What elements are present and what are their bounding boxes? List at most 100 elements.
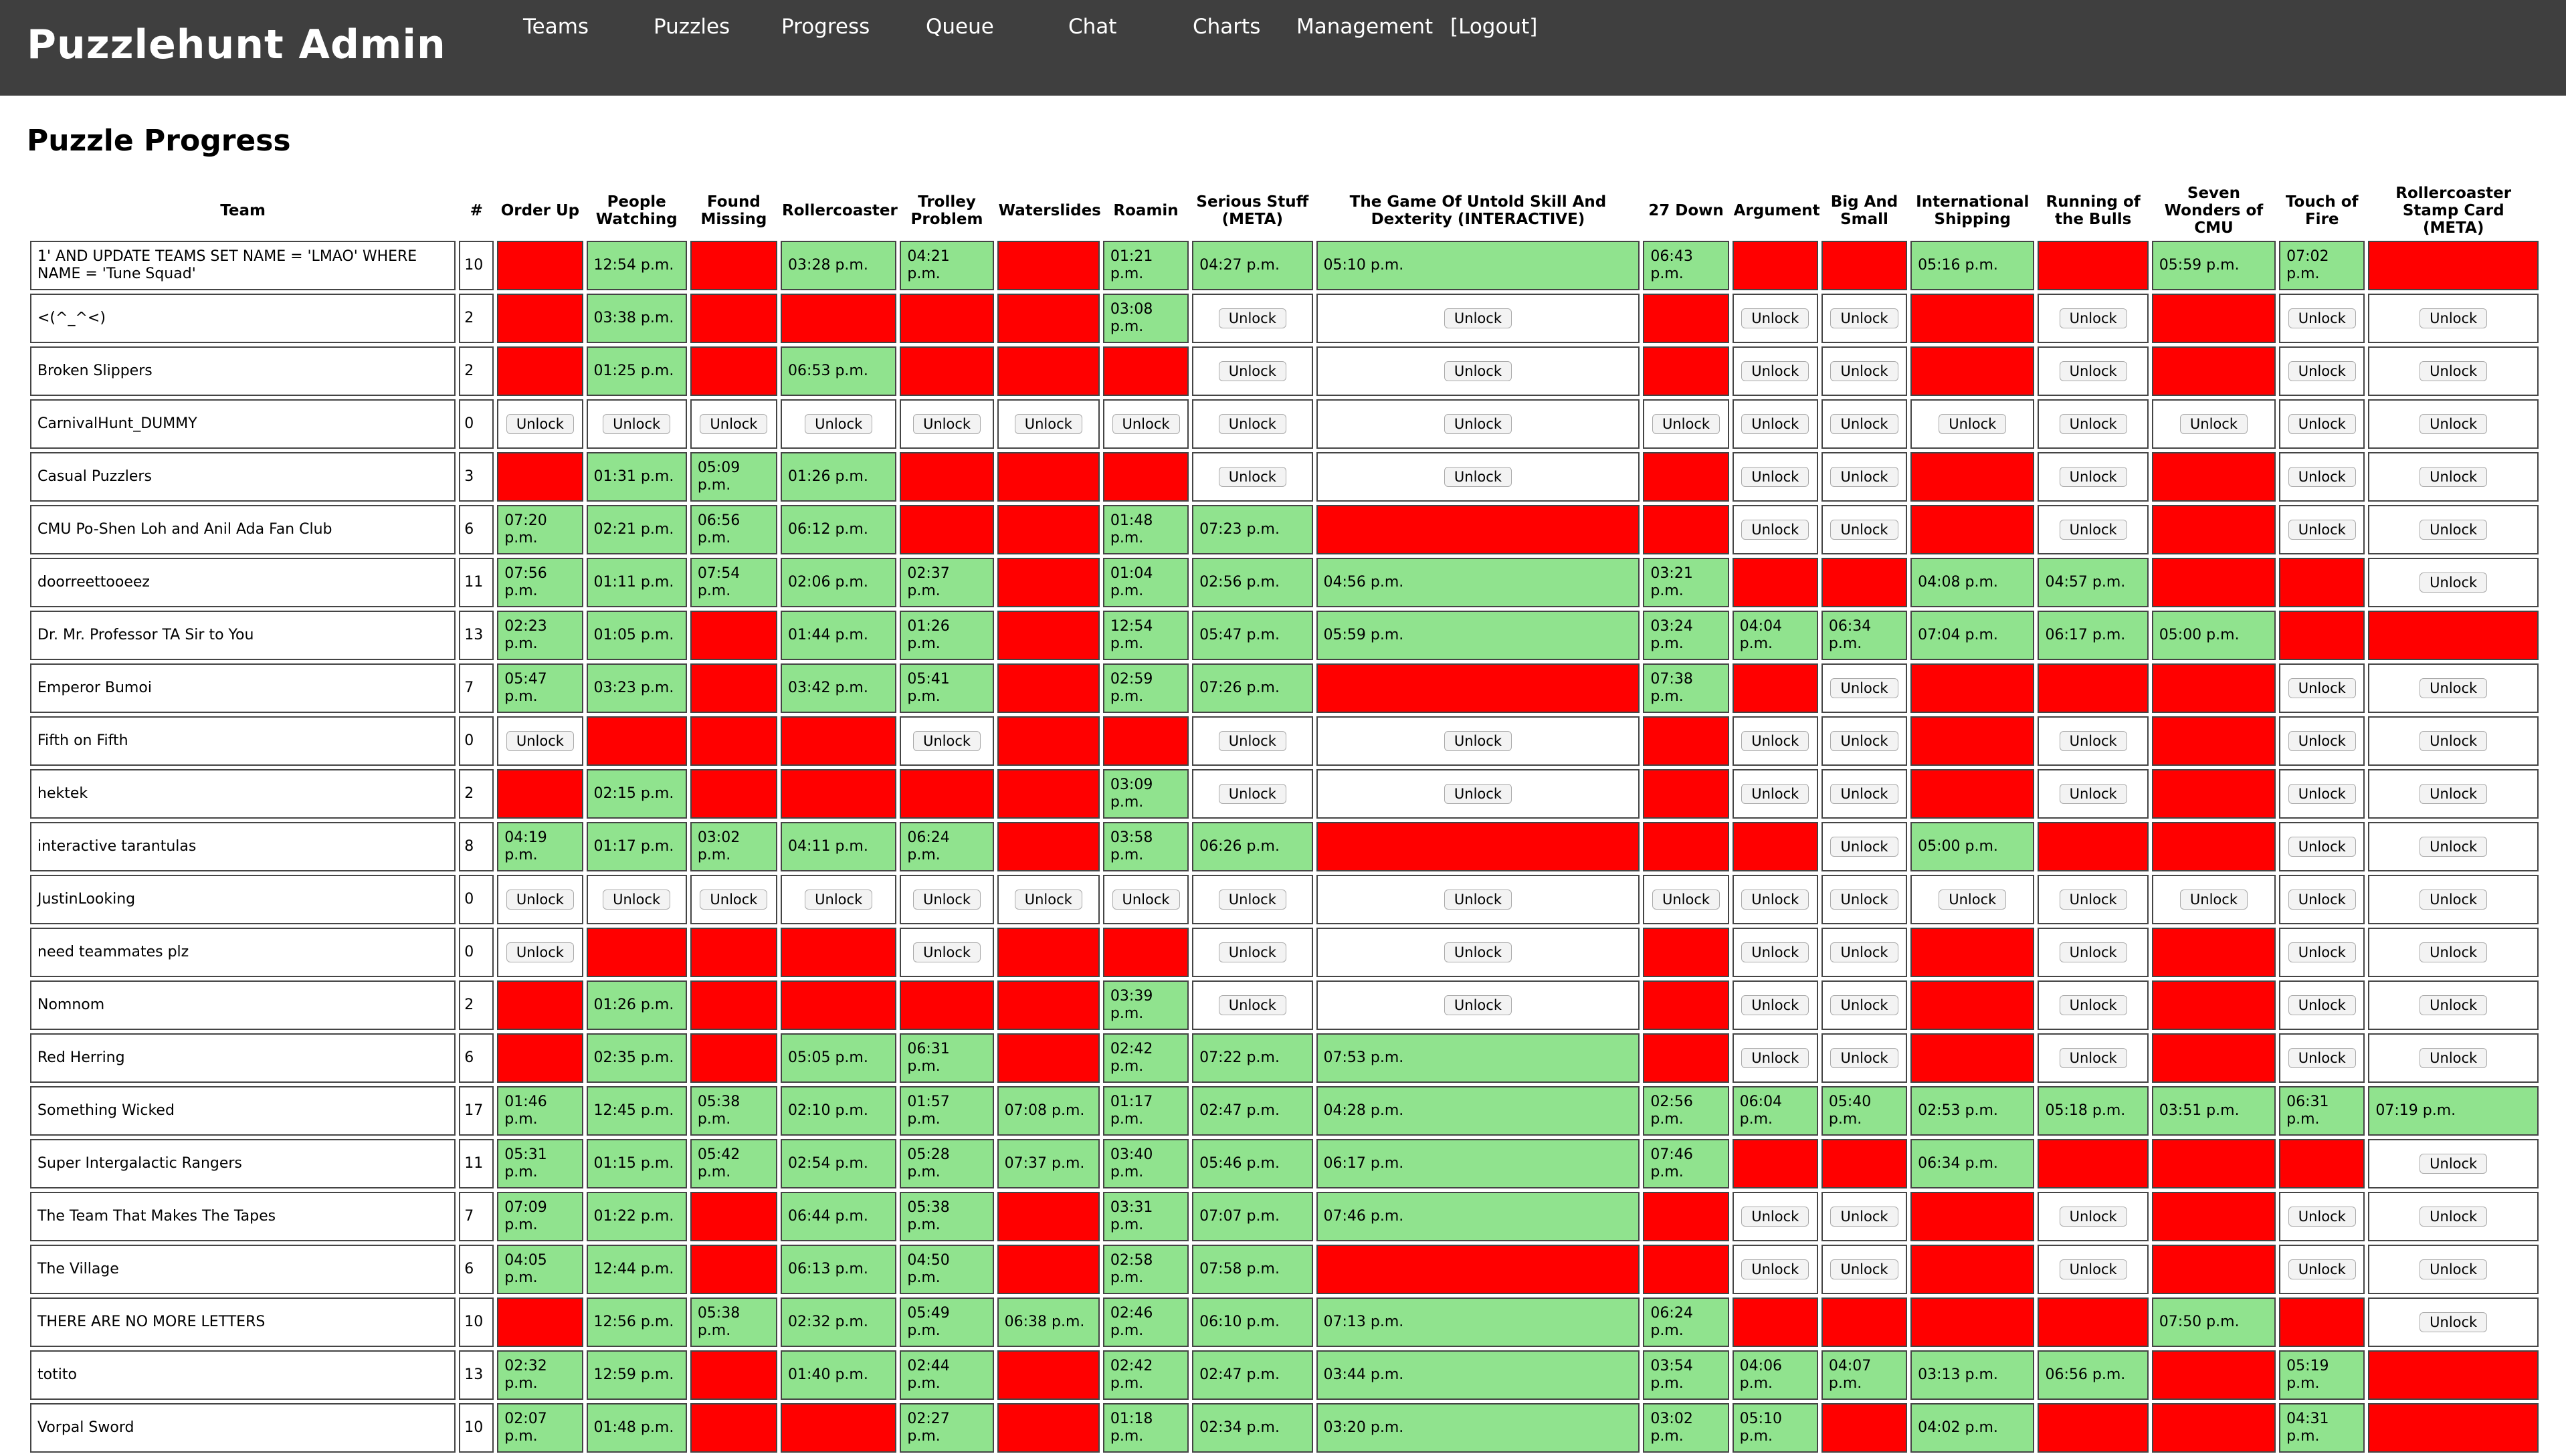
unlock-button[interactable]: Unlock [2420, 467, 2488, 487]
unlock-button[interactable]: Unlock [1939, 414, 2007, 434]
unlock-button[interactable]: Unlock [1830, 942, 1898, 962]
nav-queue[interactable]: Queue [926, 15, 994, 39]
unlock-button[interactable]: Unlock [2059, 467, 2127, 487]
unlock-button[interactable]: Unlock [2059, 361, 2127, 381]
unlock-button[interactable]: Unlock [2420, 1048, 2488, 1068]
unlock-button[interactable]: Unlock [2288, 731, 2356, 751]
unlock-button[interactable]: Unlock [506, 414, 574, 434]
unlock-button[interactable]: Unlock [1218, 731, 1286, 751]
unlock-button[interactable]: Unlock [2420, 361, 2488, 381]
unlock-button[interactable]: Unlock [1741, 942, 1809, 962]
unlock-button[interactable]: Unlock [2288, 942, 2356, 962]
unlock-button[interactable]: Unlock [1444, 890, 1512, 910]
unlock-button[interactable]: Unlock [1830, 1048, 1898, 1068]
unlock-button[interactable]: Unlock [1741, 467, 1809, 487]
unlock-button[interactable]: Unlock [1444, 361, 1512, 381]
unlock-button[interactable]: Unlock [2288, 678, 2356, 698]
unlock-button[interactable]: Unlock [1939, 890, 2007, 910]
unlock-button[interactable]: Unlock [2059, 414, 2127, 434]
unlock-button[interactable]: Unlock [2059, 890, 2127, 910]
unlock-button[interactable]: Unlock [1014, 414, 1082, 434]
unlock-button[interactable]: Unlock [1830, 308, 1898, 328]
unlock-button[interactable]: Unlock [912, 942, 981, 962]
unlock-button[interactable]: Unlock [2420, 1154, 2488, 1174]
unlock-button[interactable]: Unlock [805, 414, 873, 434]
unlock-button[interactable]: Unlock [2288, 520, 2356, 540]
unlock-button[interactable]: Unlock [1444, 467, 1512, 487]
unlock-button[interactable]: Unlock [2059, 520, 2127, 540]
unlock-button[interactable]: Unlock [2288, 995, 2356, 1015]
nav-puzzles[interactable]: Puzzles [654, 15, 730, 39]
nav-logout[interactable]: [Logout] [1450, 15, 1537, 39]
unlock-button[interactable]: Unlock [1830, 1259, 1898, 1279]
unlock-button[interactable]: Unlock [2059, 1207, 2127, 1227]
unlock-button[interactable]: Unlock [2059, 731, 2127, 751]
unlock-button[interactable]: Unlock [1218, 414, 1286, 434]
unlock-button[interactable]: Unlock [2288, 890, 2356, 910]
unlock-button[interactable]: Unlock [2420, 308, 2488, 328]
unlock-button[interactable]: Unlock [2420, 995, 2488, 1015]
nav-teams[interactable]: Teams [523, 15, 589, 39]
unlock-button[interactable]: Unlock [1830, 1207, 1898, 1227]
unlock-button[interactable]: Unlock [506, 731, 574, 751]
unlock-button[interactable]: Unlock [2420, 1259, 2488, 1279]
unlock-button[interactable]: Unlock [1741, 1259, 1809, 1279]
unlock-button[interactable]: Unlock [2420, 731, 2488, 751]
unlock-button[interactable]: Unlock [603, 890, 671, 910]
unlock-button[interactable]: Unlock [2420, 1312, 2488, 1332]
unlock-button[interactable]: Unlock [2059, 1048, 2127, 1068]
unlock-button[interactable]: Unlock [1830, 731, 1898, 751]
unlock-button[interactable]: Unlock [1444, 942, 1512, 962]
unlock-button[interactable]: Unlock [2059, 942, 2127, 962]
unlock-button[interactable]: Unlock [1830, 678, 1898, 698]
unlock-button[interactable]: Unlock [2288, 1207, 2356, 1227]
unlock-button[interactable]: Unlock [2059, 308, 2127, 328]
unlock-button[interactable]: Unlock [2288, 784, 2356, 804]
unlock-button[interactable]: Unlock [2420, 573, 2488, 593]
unlock-button[interactable]: Unlock [1218, 995, 1286, 1015]
unlock-button[interactable]: Unlock [1830, 890, 1898, 910]
unlock-button[interactable]: Unlock [1112, 414, 1180, 434]
unlock-button[interactable]: Unlock [2288, 1259, 2356, 1279]
unlock-button[interactable]: Unlock [1741, 784, 1809, 804]
nav-management[interactable]: Management [1296, 15, 1433, 39]
unlock-button[interactable]: Unlock [1444, 995, 1512, 1015]
unlock-button[interactable]: Unlock [700, 414, 768, 434]
unlock-button[interactable]: Unlock [2288, 467, 2356, 487]
nav-charts[interactable]: Charts [1193, 15, 1260, 39]
unlock-button[interactable]: Unlock [2420, 520, 2488, 540]
unlock-button[interactable]: Unlock [1218, 890, 1286, 910]
unlock-button[interactable]: Unlock [1741, 308, 1809, 328]
unlock-button[interactable]: Unlock [805, 890, 873, 910]
unlock-button[interactable]: Unlock [2420, 414, 2488, 434]
unlock-button[interactable]: Unlock [1444, 784, 1512, 804]
unlock-button[interactable]: Unlock [1112, 890, 1180, 910]
unlock-button[interactable]: Unlock [1830, 467, 1898, 487]
unlock-button[interactable]: Unlock [1218, 361, 1286, 381]
unlock-button[interactable]: Unlock [912, 890, 981, 910]
unlock-button[interactable]: Unlock [2420, 942, 2488, 962]
unlock-button[interactable]: Unlock [1830, 784, 1898, 804]
unlock-button[interactable]: Unlock [1014, 890, 1082, 910]
unlock-button[interactable]: Unlock [2179, 890, 2248, 910]
unlock-button[interactable]: Unlock [1444, 414, 1512, 434]
unlock-button[interactable]: Unlock [1741, 414, 1809, 434]
unlock-button[interactable]: Unlock [2059, 995, 2127, 1015]
unlock-button[interactable]: Unlock [1830, 520, 1898, 540]
unlock-button[interactable]: Unlock [700, 890, 768, 910]
unlock-button[interactable]: Unlock [912, 414, 981, 434]
unlock-button[interactable]: Unlock [2420, 837, 2488, 857]
unlock-button[interactable]: Unlock [1830, 837, 1898, 857]
unlock-button[interactable]: Unlock [2288, 1048, 2356, 1068]
nav-chat[interactable]: Chat [1068, 15, 1116, 39]
app-title[interactable]: Puzzlehunt Admin [27, 21, 446, 68]
unlock-button[interactable]: Unlock [1218, 942, 1286, 962]
unlock-button[interactable]: Unlock [2420, 1207, 2488, 1227]
unlock-button[interactable]: Unlock [1830, 995, 1898, 1015]
unlock-button[interactable]: Unlock [1741, 1048, 1809, 1068]
unlock-button[interactable]: Unlock [2420, 890, 2488, 910]
unlock-button[interactable]: Unlock [2059, 784, 2127, 804]
unlock-button[interactable]: Unlock [1830, 414, 1898, 434]
unlock-button[interactable]: Unlock [506, 942, 574, 962]
unlock-button[interactable]: Unlock [1830, 361, 1898, 381]
